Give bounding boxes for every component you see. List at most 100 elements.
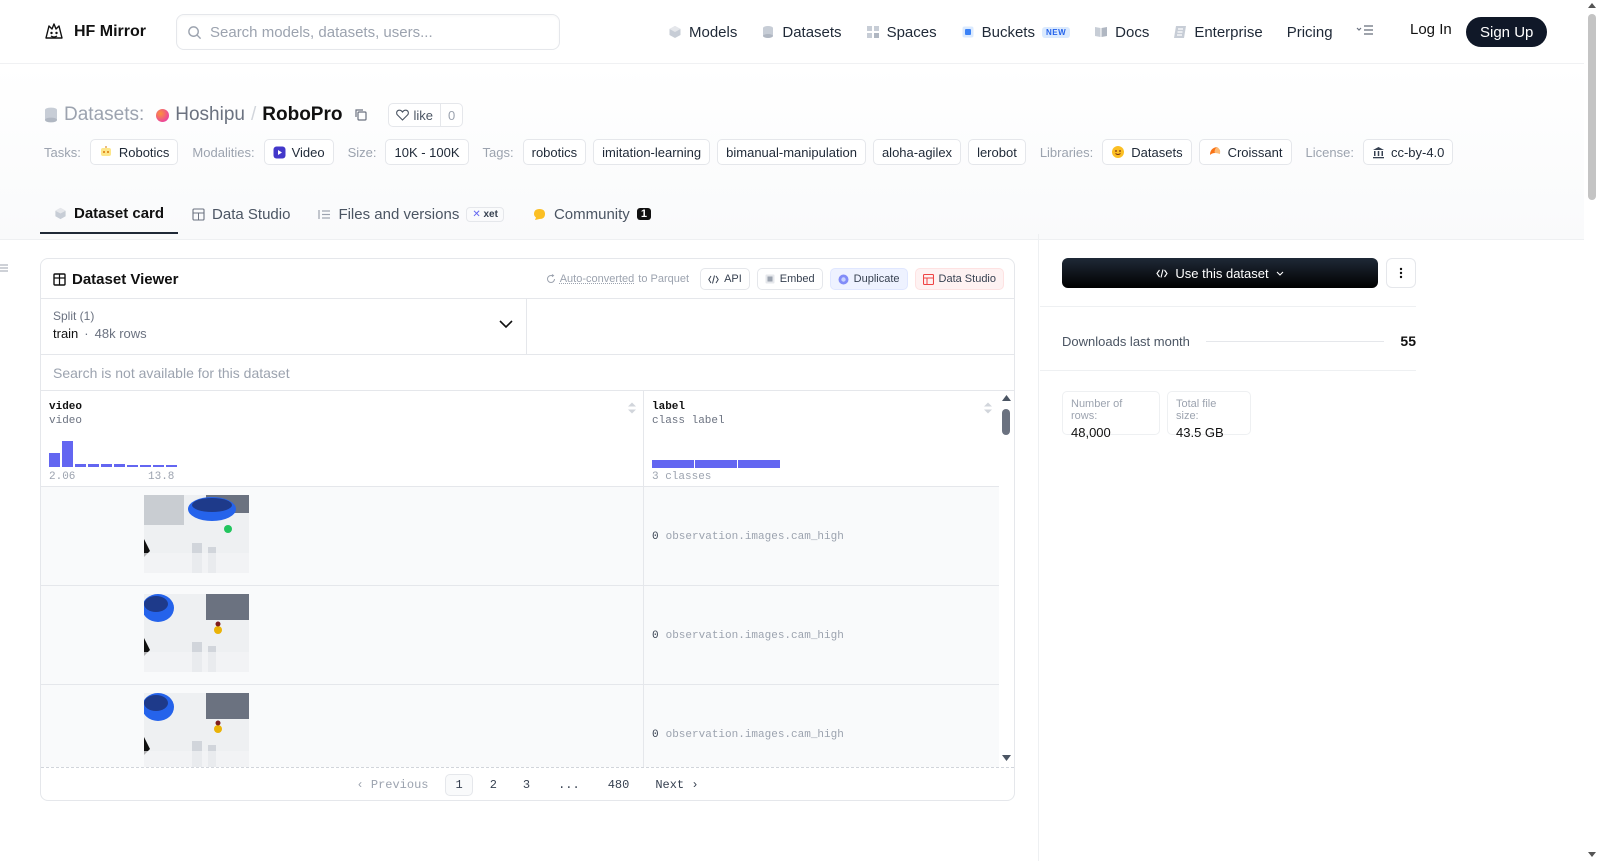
label-cell[interactable]: 0 observation.images.cam_high [644, 487, 999, 586]
modalities-label: Modalities: [192, 144, 255, 160]
tag-aloha-agilex[interactable]: aloha-agilex [872, 139, 962, 165]
tab-files-and-versions[interactable]: Files and versions ✕ xet [304, 194, 518, 234]
nav-enterprise[interactable]: Enterprise [1173, 20, 1263, 44]
scroll-down-icon[interactable] [1002, 755, 1011, 761]
video-cell[interactable] [41, 487, 644, 586]
histogram-bar[interactable] [88, 463, 99, 467]
page-scrollbar[interactable] [1584, 0, 1600, 861]
data-studio-button[interactable]: Data Studio [914, 268, 1004, 290]
tag-robotics[interactable]: robotics [522, 139, 587, 165]
histogram-min: 2.06 [49, 471, 76, 483]
video-thumbnail[interactable] [144, 693, 249, 767]
table-row[interactable]: 0 observation.images.cam_high [41, 685, 999, 767]
nav-pricing[interactable]: Pricing [1287, 20, 1333, 44]
search-input[interactable] [210, 23, 540, 41]
more-options-button[interactable] [1386, 258, 1416, 288]
nav-more-menu[interactable] [1356, 24, 1374, 39]
community-icon [533, 208, 545, 220]
column-header-video[interactable]: video video 2.06 13.8 [41, 391, 644, 487]
class-distribution[interactable] [652, 460, 780, 468]
label-cell[interactable]: 0 observation.images.cam_high [644, 685, 999, 767]
tag-library-datasets[interactable]: Datasets [1102, 139, 1192, 165]
histogram-bar[interactable] [140, 465, 151, 467]
class-bar[interactable] [738, 460, 780, 468]
next-page-button[interactable]: Next › [646, 775, 707, 795]
auto-converted-link[interactable]: Auto-converted [560, 273, 635, 285]
api-button[interactable]: API [700, 268, 750, 290]
nav-docs[interactable]: Docs [1094, 20, 1149, 44]
histogram-bar[interactable] [153, 465, 164, 467]
histogram-bar[interactable] [101, 463, 112, 467]
repo-name-link[interactable]: RoboPro [262, 104, 342, 126]
tag-size[interactable]: 10K - 100K [385, 139, 469, 165]
tag-lerobot[interactable]: lerobot [968, 139, 1026, 165]
page-scroll-thumb[interactable] [1588, 14, 1596, 200]
table-row[interactable]: 0 observation.images.cam_high [41, 586, 999, 685]
login-link[interactable]: Log In [1410, 21, 1452, 38]
repo-owner-link[interactable]: Hoshipu [175, 104, 245, 126]
histogram-bar[interactable] [114, 464, 125, 467]
sidebar-toggle-icon[interactable] [0, 262, 8, 277]
like-action[interactable]: like [389, 108, 440, 123]
table-row[interactable]: 0 observation.images.cam_high [41, 487, 999, 586]
nav-buckets[interactable]: Buckets NEW [961, 20, 1071, 44]
robot-icon [100, 146, 111, 156]
split-dot: · [84, 326, 89, 341]
histogram-bar[interactable] [127, 465, 138, 467]
nav-spaces[interactable]: Spaces [866, 20, 937, 44]
copy-icon[interactable] [354, 108, 368, 122]
video-cell[interactable] [41, 685, 644, 767]
scroll-down-icon[interactable] [1588, 852, 1596, 857]
tag-bimanual-manipulation[interactable]: bimanual-manipulation [717, 139, 866, 165]
column-type: class label [652, 415, 725, 427]
like-button[interactable]: like 0 [388, 103, 464, 127]
tab-dataset-card[interactable]: Dataset card [40, 194, 179, 234]
tab-community[interactable]: Community 1 [518, 194, 665, 234]
split-selector[interactable]: Split (1) train · 48k rows [41, 299, 527, 355]
tag-imitation-learning[interactable]: imitation-learning [593, 139, 711, 165]
column-header-label[interactable]: label class label 3 classes [644, 391, 999, 487]
sort-icon[interactable] [627, 401, 637, 415]
page-button-last[interactable]: 480 [599, 775, 639, 795]
histogram-bar[interactable] [49, 452, 60, 467]
histogram-bar[interactable] [166, 465, 177, 467]
previous-page-button[interactable]: ‹ Previous [347, 775, 437, 795]
tag-video-modality[interactable]: Video [263, 139, 334, 165]
dataset-viewer: Dataset Viewer Auto-converted to Parquet… [40, 258, 1015, 801]
signup-button[interactable]: Sign Up [1466, 17, 1548, 47]
class-bar[interactable] [695, 460, 737, 468]
nav-datasets[interactable]: Datasets [761, 20, 842, 44]
sidebar-separator [1040, 370, 1416, 371]
label-cell[interactable]: 0 observation.images.cam_high [644, 586, 999, 685]
brand-logo[interactable]: HF Mirror [42, 20, 146, 44]
video-cell[interactable] [41, 586, 644, 685]
like-count[interactable]: 0 [440, 104, 462, 126]
label-name: observation.images.cam_high [665, 530, 844, 543]
column-type: video [49, 415, 83, 427]
scroll-thumb[interactable] [1002, 409, 1010, 435]
video-thumbnail[interactable] [144, 594, 249, 672]
nav-models[interactable]: Models [668, 20, 737, 44]
page-button-3[interactable]: 3 [514, 775, 539, 795]
sort-icon[interactable] [983, 401, 993, 415]
histogram-bar[interactable] [62, 441, 73, 467]
use-this-dataset-button[interactable]: Use this dataset [1062, 258, 1378, 288]
label-name: observation.images.cam_high [665, 629, 844, 642]
tag-license[interactable]: cc-by-4.0 [1362, 139, 1454, 165]
page-button-2[interactable]: 2 [481, 775, 506, 795]
class-bar[interactable] [652, 460, 694, 468]
video-thumbnail[interactable] [144, 495, 249, 573]
page-button-1[interactable]: 1 [445, 774, 473, 796]
scroll-up-icon[interactable] [1002, 395, 1011, 401]
embed-button[interactable]: Embed [756, 268, 823, 290]
tag-robotics-task[interactable]: Robotics [89, 139, 179, 165]
histogram-bar[interactable] [75, 463, 86, 467]
tag-library-croissant[interactable]: Croissant [1198, 139, 1292, 165]
table-scrollbar[interactable] [999, 391, 1014, 767]
video-histogram[interactable] [49, 439, 189, 467]
scroll-up-icon[interactable] [1588, 3, 1596, 8]
tab-data-studio[interactable]: Data Studio [178, 194, 304, 234]
global-search[interactable] [176, 14, 560, 50]
viewer-actions: Auto-converted to Parquet API Embed Dupl… [546, 268, 1004, 290]
duplicate-button[interactable]: Duplicate [829, 268, 908, 290]
